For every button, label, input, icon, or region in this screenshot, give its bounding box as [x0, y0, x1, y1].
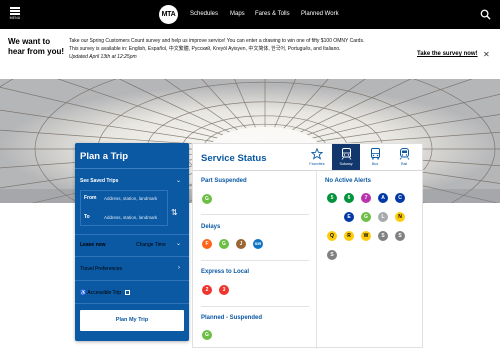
line-bullet-g[interactable]: G	[202, 194, 212, 204]
line-bullet-g[interactable]: G	[361, 212, 371, 222]
line-bullet-r[interactable]: R	[344, 231, 354, 241]
tab-rail-label: Rail	[390, 162, 418, 166]
category-delays[interactable]: Delays	[201, 224, 220, 230]
divider	[201, 260, 309, 261]
nav-link-planned-work[interactable]: Planned Work	[301, 11, 339, 17]
survey-banner: We want to hear from you! Take our Sprin…	[0, 29, 500, 79]
hamburger-icon	[10, 7, 20, 9]
plan-my-trip-button[interactable]: Plan My Trip	[80, 310, 184, 331]
line-bullet-g[interactable]: G	[219, 239, 229, 249]
chevron-right-icon[interactable]: ›	[178, 265, 180, 271]
line-bullet-n[interactable]: N	[395, 212, 405, 222]
see-saved-trips[interactable]: See Saved Trips	[80, 178, 118, 184]
tab-subway[interactable]: Subway	[332, 144, 360, 170]
survey-link[interactable]: Take the survey now!	[417, 51, 478, 57]
no-active-alerts-heading: No Active Alerts	[325, 178, 371, 184]
travel-preferences-button[interactable]: Travel Preferences	[80, 266, 122, 272]
star-icon	[311, 148, 323, 160]
line-bullet-2[interactable]: 2	[202, 285, 212, 295]
divider	[201, 214, 309, 215]
from-input[interactable]: Address, station, landmark	[102, 193, 165, 204]
divider	[75, 168, 189, 169]
subway-icon	[341, 148, 352, 160]
tab-subway-label: Subway	[332, 162, 360, 166]
change-time-button[interactable]: Change Time	[136, 242, 166, 248]
line-bullet-3[interactable]: 3	[219, 285, 229, 295]
menu-button[interactable]: MENU	[6, 5, 24, 25]
plan-trip-title: Plan a Trip	[80, 151, 128, 162]
category-part-suspended[interactable]: Part Suspended	[201, 178, 247, 184]
line-bullet-sir[interactable]: SIR	[253, 239, 263, 249]
banner-updated: Updated April 13th at 12:25pm	[69, 53, 369, 61]
leave-now-label: Leave now	[80, 242, 106, 248]
line-bullet-s[interactable]: S	[378, 231, 388, 241]
line-bullet-s[interactable]: S	[327, 250, 337, 260]
line-bullet-j[interactable]: J	[236, 239, 246, 249]
mta-logo[interactable]: MTA	[159, 5, 178, 24]
line-bullet-e[interactable]: E	[344, 212, 354, 222]
to-label: To	[84, 214, 90, 220]
divider	[193, 170, 424, 171]
divider	[75, 234, 189, 235]
menu-label: MENU	[6, 16, 24, 20]
divider	[75, 303, 189, 304]
category-planned-suspended[interactable]: Planned - Suspended	[201, 315, 262, 321]
from-to-box: From Address, station, landmark To Addre…	[80, 190, 168, 226]
nav-link-maps[interactable]: Maps	[230, 11, 245, 17]
banner-text: Take our Spring Customers Count survey a…	[69, 37, 369, 61]
search-icon[interactable]	[480, 9, 491, 20]
line-bullet-a[interactable]: A	[378, 193, 388, 203]
bus-icon	[370, 148, 381, 160]
tab-bus-label: Bus	[361, 162, 389, 166]
accessible-trip-checkbox[interactable]	[125, 290, 130, 295]
line-bullet-w[interactable]: W	[361, 231, 371, 241]
line-bullet-c[interactable]: C	[395, 193, 405, 203]
line-bullet-7[interactable]: 7	[361, 193, 371, 203]
line-bullet-f[interactable]: F	[202, 239, 212, 249]
tab-rail[interactable]: Rail	[390, 144, 418, 170]
line-bullet-q[interactable]: Q	[327, 231, 337, 241]
nav-link-schedules[interactable]: Schedules	[190, 11, 218, 17]
train-icon	[399, 148, 410, 160]
service-status-panel: Service Status Favorites Subway Bus	[192, 143, 423, 348]
divider	[75, 280, 189, 281]
line-bullet-5[interactable]: 5	[327, 193, 337, 203]
accessible-trip-option[interactable]: ♿ Accessible Trip	[80, 290, 130, 296]
chevron-down-icon[interactable]: ⌄	[176, 240, 181, 247]
nav-link-fares-tolls[interactable]: Fares & Tolls	[255, 11, 290, 17]
divider	[75, 256, 189, 257]
banner-body: Take our Spring Customers Count survey a…	[69, 38, 364, 52]
tab-bus[interactable]: Bus	[361, 144, 389, 170]
to-input[interactable]: Address, station, landmark	[102, 212, 165, 223]
line-bullet-g[interactable]: G	[202, 330, 212, 340]
service-status-title: Service Status	[201, 153, 266, 164]
top-nav: MENU MTA Schedules Maps Fares & Tolls Pl…	[0, 0, 500, 29]
line-bullet-s[interactable]: S	[395, 231, 405, 241]
swap-direction-icon[interactable]: ⇅	[171, 208, 178, 217]
banner-title: We want to hear from you!	[8, 37, 66, 57]
line-bullet-l[interactable]: L	[378, 212, 388, 222]
wheelchair-icon: ♿	[80, 290, 86, 296]
tab-favorites-label: Favorites	[303, 162, 331, 166]
category-express-to-local[interactable]: Express to Local	[201, 269, 249, 275]
close-icon[interactable]: ✕	[483, 51, 490, 59]
accessible-trip-label: Accessible Trip	[87, 290, 121, 296]
from-label: From	[84, 195, 97, 201]
divider	[316, 171, 317, 349]
line-bullet-6[interactable]: 6	[344, 193, 354, 203]
chevron-down-icon[interactable]: ⌄	[176, 177, 181, 184]
divider	[201, 306, 309, 307]
tab-favorites[interactable]: Favorites	[303, 144, 331, 170]
